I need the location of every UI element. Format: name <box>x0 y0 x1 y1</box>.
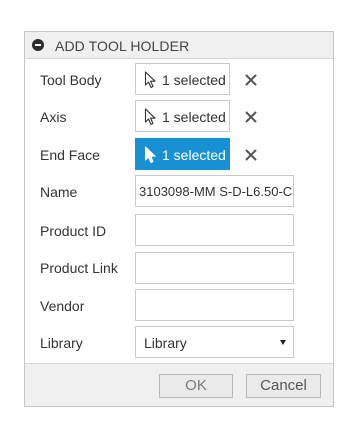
end-face-label: End Face <box>40 147 100 163</box>
end-face-select-button[interactable]: 1 selected <box>135 138 230 170</box>
caret-down-icon <box>280 340 286 345</box>
vendor-label: Vendor <box>40 298 85 314</box>
name-label: Name <box>40 184 78 200</box>
close-x-icon[interactable] <box>244 148 258 162</box>
select-cursor-icon <box>144 71 156 89</box>
end-face-selection-count: 1 selected <box>162 147 226 163</box>
select-cursor-icon <box>144 108 156 126</box>
product-link-input[interactable] <box>135 252 294 284</box>
ok-button[interactable]: OK <box>159 374 233 398</box>
axis-selection-count: 1 selected <box>162 109 226 125</box>
vendor-input[interactable] <box>135 289 294 321</box>
minus-circle-icon[interactable] <box>32 39 44 51</box>
select-cursor-icon <box>144 146 156 164</box>
dialog-title: ADD TOOL HOLDER <box>55 38 190 54</box>
axis-select-button[interactable]: 1 selected <box>135 100 230 132</box>
dialog-footer: OK Cancel <box>25 363 333 406</box>
product-id-label: Product ID <box>40 223 107 239</box>
product-link-label: Product Link <box>40 260 118 276</box>
cancel-button[interactable]: Cancel <box>246 374 321 398</box>
dialog-titlebar: ADD TOOL HOLDER <box>25 32 333 59</box>
tool-body-selection-count: 1 selected <box>162 72 226 88</box>
product-id-input[interactable] <box>135 214 294 246</box>
axis-label: Axis <box>40 109 67 125</box>
add-tool-holder-dialog: ADD TOOL HOLDER Tool Body 1 selected Axi… <box>24 31 334 407</box>
close-x-icon[interactable] <box>244 73 258 87</box>
tool-body-label: Tool Body <box>40 72 102 88</box>
library-label: Library <box>40 335 83 351</box>
close-x-icon[interactable] <box>244 110 258 124</box>
library-select[interactable]: Library <box>135 326 294 358</box>
tool-body-select-button[interactable]: 1 selected <box>135 63 230 95</box>
name-input[interactable] <box>135 175 294 207</box>
library-select-value: Library <box>144 335 187 351</box>
